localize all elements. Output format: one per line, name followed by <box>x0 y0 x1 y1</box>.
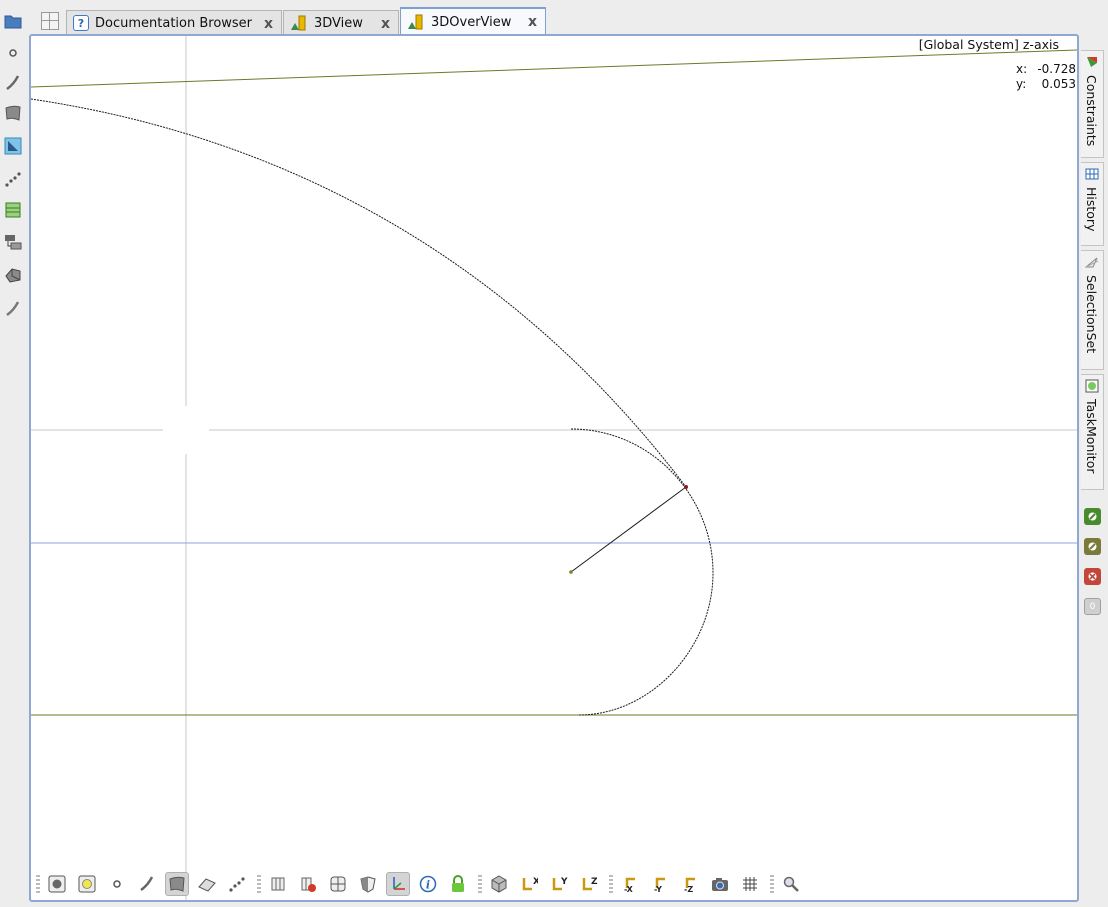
status-count-badge[interactable]: 0 <box>1084 598 1101 615</box>
intersection-point[interactable] <box>684 485 688 489</box>
svg-text:Z: Z <box>591 877 598 887</box>
y-label: y: <box>1016 77 1027 91</box>
x-label: x: <box>1016 62 1028 76</box>
view-minus-y-icon[interactable]: -Y <box>648 872 672 896</box>
dock-tab-selectionset[interactable]: SelectionSet <box>1081 250 1104 370</box>
toolbar-separator <box>478 875 482 893</box>
dock-tab-label: TaskMonitor <box>1084 399 1099 474</box>
iso-view-icon[interactable] <box>487 872 511 896</box>
view-z-icon[interactable]: Z <box>577 872 601 896</box>
shield-icon[interactable] <box>356 872 380 896</box>
status-red-icon[interactable] <box>1084 568 1101 585</box>
surface-icon[interactable] <box>4 104 22 122</box>
svg-text:-Z: -Z <box>684 885 693 893</box>
svg-text:i: i <box>426 879 430 892</box>
cursor-coordinates: x: -0.728 y: 0.053 <box>1016 62 1076 92</box>
help-icon: ? <box>73 15 89 31</box>
coordinate-system-label: [Global System] z-axis <box>918 37 1059 52</box>
quad-view-icon[interactable] <box>326 872 350 896</box>
dock-tab-label: SelectionSet <box>1084 275 1099 354</box>
point-cloud-icon[interactable] <box>4 170 22 188</box>
svg-text:Y: Y <box>560 877 568 887</box>
x-value: -0.728 <box>1037 62 1076 76</box>
constraints-icon <box>1087 57 1097 67</box>
svg-text:-X: -X <box>624 885 634 893</box>
close-icon[interactable]: x <box>264 16 273 32</box>
view-x-icon[interactable]: X <box>517 872 541 896</box>
view-y-icon[interactable]: Y <box>547 872 571 896</box>
dock-tab-constraints[interactable]: Constraints <box>1081 50 1104 158</box>
svg-text:-Y: -Y <box>654 885 662 893</box>
assembly-icon[interactable] <box>4 233 22 251</box>
search-icon[interactable] <box>779 872 803 896</box>
snap-yellow-icon[interactable] <box>75 872 99 896</box>
tab-label: 3DOverView <box>431 14 512 30</box>
tab-3doverview[interactable]: 3DOverView x <box>400 7 546 35</box>
toolbar-separator <box>257 875 261 893</box>
view-toolbar: i X Y Z -X -Y -Z <box>34 870 1074 898</box>
toolbar-grip <box>36 875 40 893</box>
curve-icon[interactable] <box>135 872 159 896</box>
tab-documentation-browser[interactable]: ? Documentation Browser x <box>66 10 282 35</box>
dock-tab-taskmonitor[interactable]: TaskMonitor <box>1081 374 1104 490</box>
view-minus-x-icon[interactable]: -X <box>618 872 642 896</box>
tab-label: Documentation Browser <box>95 15 253 31</box>
close-icon[interactable]: x <box>528 14 537 30</box>
arc-curve[interactable] <box>570 428 714 716</box>
solid-icon[interactable] <box>4 266 22 284</box>
dock-tab-history[interactable]: History <box>1081 162 1104 246</box>
selection-icon <box>1085 257 1099 268</box>
point-cloud-icon[interactable] <box>225 872 249 896</box>
point-icon[interactable] <box>4 44 22 62</box>
grid-icon[interactable] <box>738 872 762 896</box>
status-olive-icon[interactable] <box>1084 538 1101 555</box>
3dview-icon <box>408 14 423 30</box>
svg-text:X: X <box>533 877 538 887</box>
status-green-icon[interactable] <box>1084 508 1101 525</box>
point-icon[interactable] <box>105 872 129 896</box>
curve-icon[interactable] <box>4 74 22 92</box>
close-icon[interactable]: x <box>381 16 390 32</box>
camera-icon[interactable] <box>708 872 732 896</box>
plane-icon[interactable] <box>195 872 219 896</box>
axis-line-olive <box>31 49 1077 88</box>
toolbar-separator <box>770 875 774 893</box>
scene-canvas[interactable] <box>31 36 1077 900</box>
taskmonitor-icon <box>1085 379 1099 393</box>
tab-3dview[interactable]: 3DView x <box>283 10 399 35</box>
snap-circle-icon[interactable] <box>45 872 69 896</box>
curve2-icon[interactable] <box>4 300 22 318</box>
tab-layout-icon[interactable] <box>41 12 59 30</box>
view-minus-z-icon[interactable]: -Z <box>678 872 702 896</box>
sketch-icon[interactable] <box>4 137 22 155</box>
left-toolbar <box>0 10 27 330</box>
dock-tab-label: History <box>1084 187 1099 232</box>
lock-icon[interactable] <box>446 872 470 896</box>
center-point[interactable] <box>569 570 573 574</box>
section-icon[interactable] <box>266 872 290 896</box>
history-icon <box>1085 168 1099 180</box>
folder-icon[interactable] <box>4 12 22 30</box>
tab-bar: ? Documentation Browser x 3DView x 3DOve… <box>38 7 558 35</box>
y-value: 0.053 <box>1041 77 1076 91</box>
right-dock: Constraints History SelectionSet TaskMon… <box>1081 50 1105 490</box>
axes-icon[interactable] <box>386 872 410 896</box>
radius-line[interactable] <box>570 486 687 573</box>
3d-viewport[interactable]: [Global System] z-axis x: -0.728 y: 0.053 … <box>29 34 1079 902</box>
tab-label: 3DView <box>314 15 363 31</box>
dock-tab-label: Constraints <box>1084 75 1099 147</box>
3dview-icon <box>291 15 306 31</box>
info-icon[interactable]: i <box>416 872 440 896</box>
toolbar-separator <box>609 875 613 893</box>
section-delete-icon[interactable] <box>296 872 320 896</box>
spline-curve[interactable] <box>31 98 687 488</box>
layers-icon[interactable] <box>4 201 22 219</box>
surface-icon[interactable] <box>165 872 189 896</box>
